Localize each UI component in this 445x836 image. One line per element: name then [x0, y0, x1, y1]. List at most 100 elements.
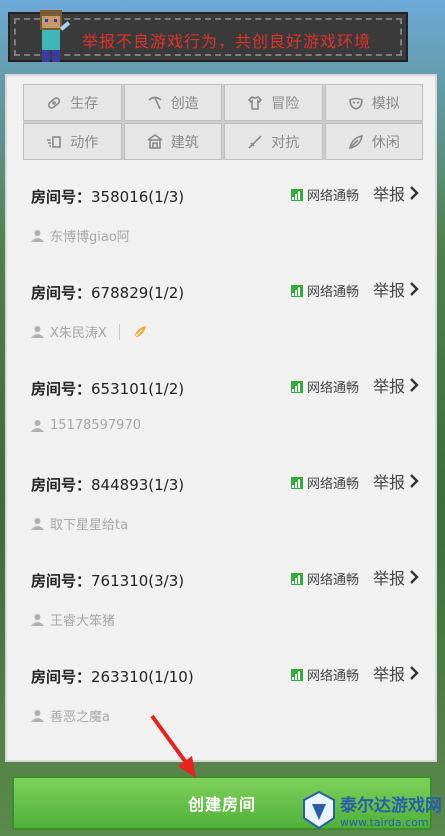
user-icon [31, 517, 44, 530]
owner-name: 善恶之魔a [50, 710, 110, 725]
owner-name: 王睿大笨猪 [50, 614, 116, 629]
report-button[interactable]: 举报 [373, 373, 419, 397]
room-id: 房间号：761310(3/3) [31, 570, 184, 591]
report-label: 举报 [373, 377, 406, 396]
divider [118, 323, 120, 340]
network-status: 网络通畅 [291, 665, 359, 684]
watermark-text: 泰尔达游戏网 www.tairda.com [340, 791, 442, 829]
chevron-right-icon [410, 282, 419, 296]
network-label: 网络通畅 [307, 669, 360, 684]
tab-label: 冒险 [271, 95, 300, 112]
tab-action[interactable]: 动作 [23, 123, 122, 160]
user-icon [31, 229, 44, 242]
room-item[interactable]: 房间号：263310(1/10) 网络通畅 举报 善恶之魔a [7, 652, 435, 748]
report-button[interactable]: 举报 [373, 181, 419, 205]
network-status: 网络通畅 [291, 185, 359, 204]
chevron-right-icon [410, 186, 419, 200]
room-item[interactable]: 房间号：761310(3/3) 网络通畅 举报 王睿大笨猪 [7, 556, 435, 652]
room-owner: 王睿大笨猪 [31, 610, 115, 629]
chevron-right-icon [410, 474, 419, 488]
room-label: 房间号： [31, 572, 92, 590]
chevron-right-icon [410, 570, 419, 584]
room-label: 房间号： [31, 668, 92, 686]
category-grid: 生存 创造 冒险 模拟 动作 建筑 对抗 休闲 [23, 84, 423, 160]
room-label: 房间号： [31, 380, 92, 398]
room-owner: 东博博giao阿 [31, 226, 130, 245]
owner-name: 东博博giao阿 [50, 230, 130, 245]
room-label: 房间号： [31, 284, 92, 302]
tab-survival[interactable]: 生存 [23, 84, 122, 121]
owner-name: 取下星星给ta [50, 518, 129, 533]
chevron-right-icon [410, 378, 419, 392]
mask-icon [348, 97, 363, 110]
network-status: 网络通畅 [291, 473, 359, 492]
room-id: 房间号：844893(1/3) [31, 474, 184, 495]
red-arrow-annotation [150, 714, 196, 778]
report-button[interactable]: 举报 [373, 277, 419, 301]
report-label: 举报 [373, 569, 406, 588]
tab-building[interactable]: 建筑 [123, 123, 222, 160]
watermark-title: 泰尔达游戏网 [340, 796, 442, 816]
room-number: 263310(1/10) [91, 668, 194, 686]
user-icon [31, 419, 44, 432]
room-owner: 取下星星给ta [31, 514, 128, 533]
tab-adventure[interactable]: 冒险 [224, 84, 323, 121]
room-id: 房间号：358016(1/3) [31, 186, 184, 207]
network-label: 网络通畅 [307, 285, 360, 300]
room-item[interactable]: 房间号：653101(1/2) 网络通畅 举报 15178597970 [7, 364, 435, 460]
building-icon [147, 133, 163, 149]
signal-icon [291, 668, 303, 681]
network-label: 网络通畅 [307, 381, 360, 396]
room-list-panel: 生存 创造 冒险 模拟 动作 建筑 对抗 休闲 房间号：358016(1/3) … [5, 74, 437, 762]
room-item[interactable]: 房间号：678829(1/2) 网络通畅 举报 X朱民涛X [7, 268, 435, 364]
network-label: 网络通畅 [307, 189, 360, 204]
network-label: 网络通畅 [307, 477, 360, 492]
room-number: 844893(1/3) [91, 476, 185, 494]
leaf-icon [348, 134, 363, 149]
tab-label: 休闲 [371, 134, 400, 151]
room-list: 房间号：358016(1/3) 网络通畅 举报 东博博giao阿 房间号：678… [7, 172, 435, 748]
room-item[interactable]: 房间号：844893(1/3) 网络通畅 举报 取下星星给ta [7, 460, 435, 556]
tab-label: 对抗 [271, 134, 300, 151]
report-banner[interactable]: 举报不良游戏行为，共创良好游戏环境 [8, 10, 408, 62]
owner-name: 15178597970 [50, 418, 141, 433]
bandage-icon [48, 96, 61, 109]
watermark-url: www.tairda.com [340, 816, 429, 829]
room-number: 678829(1/2) [91, 284, 185, 302]
leaf-badge-icon [133, 325, 146, 338]
signal-icon [291, 380, 303, 393]
report-button[interactable]: 举报 [373, 565, 419, 589]
room-number: 653101(1/2) [91, 380, 185, 398]
banner-text: 举报不良游戏行为，共创良好游戏环境 [82, 32, 372, 51]
report-button[interactable]: 举报 [373, 661, 419, 685]
user-icon [31, 325, 44, 338]
user-icon [31, 613, 44, 626]
signal-icon [291, 284, 303, 297]
room-number: 761310(3/3) [91, 572, 185, 590]
network-label: 网络通畅 [307, 573, 360, 588]
network-status: 网络通畅 [291, 281, 359, 300]
room-label: 房间号： [31, 188, 92, 206]
owner-name: X朱民涛X [50, 326, 107, 341]
speed-icon [47, 135, 62, 148]
user-icon [31, 709, 44, 722]
room-owner: 15178597970 [31, 418, 141, 433]
network-status: 网络通畅 [291, 569, 359, 588]
shirt-icon [248, 95, 263, 110]
tab-creative[interactable]: 创造 [123, 84, 222, 121]
tab-pvp[interactable]: 对抗 [224, 123, 323, 160]
signal-icon [291, 572, 303, 585]
tab-casual[interactable]: 休闲 [324, 123, 423, 160]
room-label: 房间号： [31, 476, 92, 494]
report-label: 举报 [373, 185, 406, 204]
pickaxe-icon [148, 96, 162, 109]
sword-icon [248, 134, 262, 149]
tab-simulation[interactable]: 模拟 [324, 84, 423, 121]
network-status: 网络通畅 [291, 377, 359, 396]
chevron-right-icon [410, 666, 419, 680]
room-item[interactable]: 房间号：358016(1/3) 网络通畅 举报 东博博giao阿 [7, 172, 435, 268]
room-owner: X朱民涛X [31, 322, 148, 341]
report-label: 举报 [373, 281, 406, 300]
report-button[interactable]: 举报 [373, 469, 419, 493]
room-owner: 善恶之魔a [31, 706, 110, 725]
